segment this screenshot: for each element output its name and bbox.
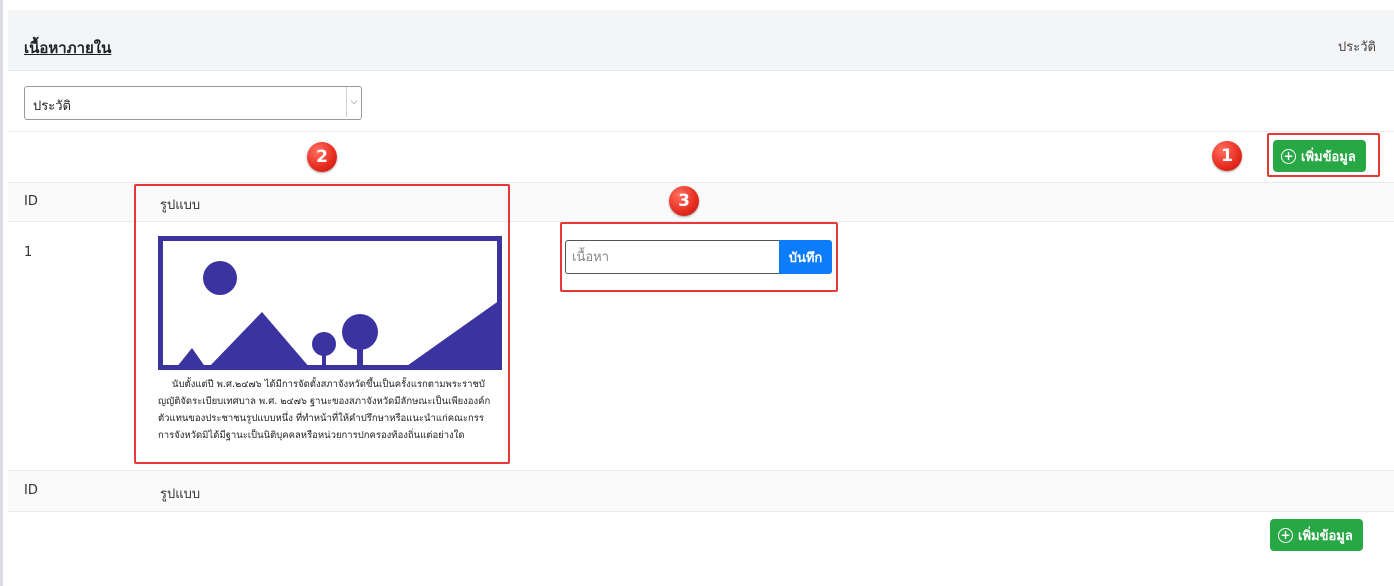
page-header: เนื้อหาภายใน ประวัติ [8,10,1394,71]
page-title[interactable]: เนื้อหาภายใน [24,36,111,60]
plus-circle-icon: + [1278,527,1293,543]
footer-column-id: ID [24,483,38,498]
annotation-box-2 [134,184,510,464]
page-left-border [0,0,3,586]
table-footer-row [8,470,1394,512]
breadcrumb: ประวัติ [1338,40,1376,55]
chevron-down-icon: ⌵ [346,87,361,117]
annotation-marker-3: 3 [669,186,699,216]
add-data-button-bottom[interactable]: + เพิ่มข้อมูล [1270,519,1363,551]
footer-column-format: รูปแบบ [160,487,201,502]
annotation-box-1 [1267,133,1380,177]
row-id-cell: 1 [24,245,33,260]
divider [8,131,1394,132]
annotation-marker-1: 1 [1212,141,1242,171]
column-header-id: ID [24,194,38,209]
add-data-label: เพิ่มข้อมูล [1298,528,1353,544]
annotation-box-3 [560,222,838,292]
category-select-value: ประวัติ [33,99,71,114]
annotation-marker-2: 2 [307,142,337,172]
category-select[interactable]: ประวัติ ⌵ [24,86,362,120]
